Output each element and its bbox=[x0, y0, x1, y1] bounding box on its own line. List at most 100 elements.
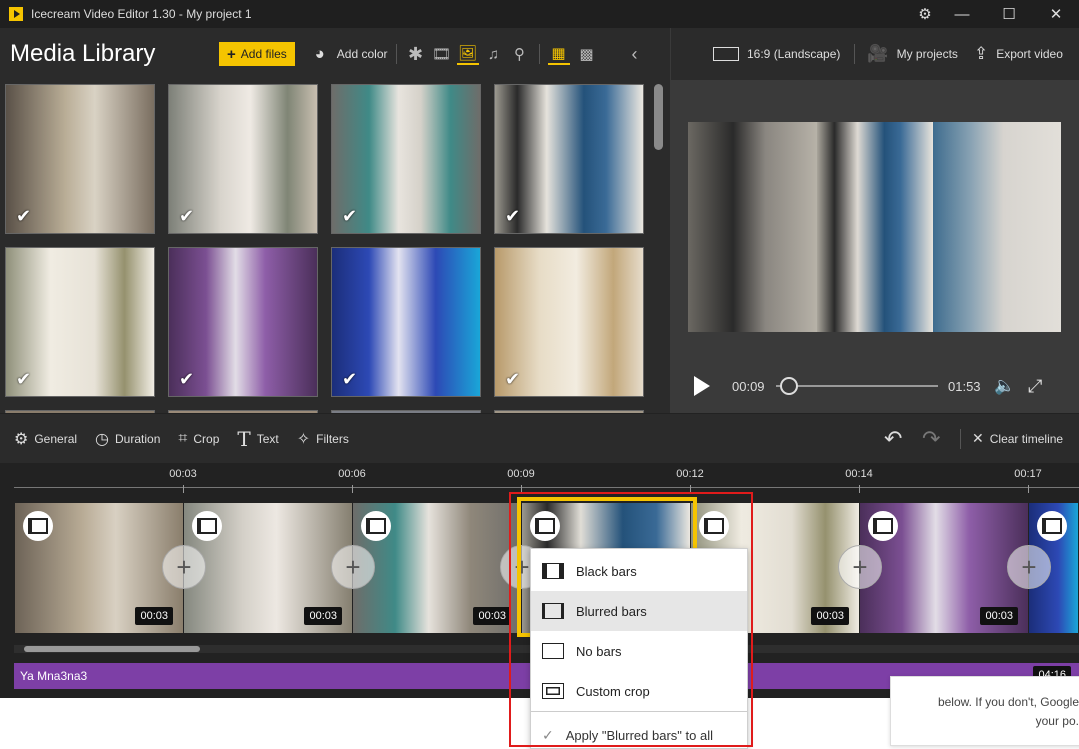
filters-button[interactable]: ✧ Filters bbox=[297, 429, 349, 449]
total-time: 01:53 bbox=[948, 378, 981, 394]
media-thumbnail[interactable]: ✔ bbox=[168, 84, 318, 234]
my-projects-button[interactable]: 🎥 My projects bbox=[867, 44, 958, 64]
add-color-button[interactable]: ◕ Add color bbox=[309, 43, 388, 65]
checkmark-icon: ✔ bbox=[179, 369, 195, 389]
filters-label: Filters bbox=[316, 431, 349, 446]
ruler-label: 00:09 bbox=[507, 468, 535, 480]
general-label: General bbox=[34, 431, 78, 446]
ruler-label: 00:06 bbox=[338, 468, 366, 480]
media-scrollbar[interactable] bbox=[654, 84, 663, 150]
play-icon[interactable] bbox=[694, 376, 710, 396]
media-grid: ✔ ✔ ✔ ✔ ✔ ✔ ✔ ✔ bbox=[0, 80, 670, 413]
seek-bar[interactable] bbox=[776, 377, 938, 395]
text-icon: T bbox=[237, 426, 251, 451]
divider bbox=[960, 428, 961, 449]
bars-mode-icon[interactable] bbox=[23, 511, 53, 541]
gear-icon: ⚙ bbox=[14, 430, 29, 448]
bars-mode-icon[interactable] bbox=[192, 511, 222, 541]
divider bbox=[395, 44, 397, 64]
timeline-clip[interactable]: 00:03 bbox=[860, 503, 1029, 633]
ruler-tick bbox=[859, 485, 860, 493]
export-icon: ⇪ bbox=[973, 44, 989, 63]
ruler-label: 00:14 bbox=[845, 468, 873, 480]
add-color-label: Add color bbox=[336, 47, 388, 61]
checkmark-icon: ✔ bbox=[16, 369, 32, 389]
edit-toolbar: ⚙ General ◷ Duration ⌗ Crop T Text ✧ Filters … bbox=[0, 413, 1079, 463]
maximize-button[interactable]: ☐ bbox=[987, 0, 1031, 28]
minimize-button[interactable]: — bbox=[940, 0, 984, 28]
bars-mode-icon[interactable] bbox=[868, 511, 898, 541]
scrollbar-thumb[interactable] bbox=[24, 646, 200, 652]
app-logo-icon bbox=[9, 7, 23, 21]
filter-all-icon[interactable]: ✱ bbox=[405, 43, 427, 65]
preview-panel bbox=[670, 80, 1079, 413]
clip-duration: 00:03 bbox=[135, 607, 173, 625]
duration-button[interactable]: ◷ Duration bbox=[95, 429, 160, 449]
fullscreen-icon[interactable]: ⤢ bbox=[1028, 376, 1042, 397]
grid-large-icon[interactable]: ▦ bbox=[547, 43, 570, 65]
crop-icon: ⌗ bbox=[178, 429, 188, 447]
add-transition-icon[interactable]: + bbox=[1007, 545, 1051, 589]
undo-icon[interactable]: ↶ bbox=[884, 426, 902, 452]
timeline-clip[interactable]: 00:03 bbox=[15, 503, 184, 633]
volume-icon[interactable]: 🔈 bbox=[994, 376, 1015, 396]
blurred-bar-left bbox=[688, 122, 817, 332]
media-thumbnail[interactable]: ✔ bbox=[331, 247, 481, 397]
grid-small-icon[interactable]: ▩ bbox=[576, 43, 598, 65]
export-video-button[interactable]: ⇪ Export video bbox=[974, 44, 1063, 64]
add-transition-icon[interactable]: + bbox=[331, 545, 375, 589]
redo-icon[interactable]: ↷ bbox=[922, 426, 940, 452]
search-icon[interactable]: ⚲ bbox=[509, 43, 531, 65]
library-title: Media Library bbox=[10, 40, 156, 67]
aspect-ratio-label: 16:9 (Landscape) bbox=[747, 47, 841, 61]
add-files-button[interactable]: + Add files bbox=[219, 42, 295, 66]
title-bar: Icecream Video Editor 1.30 - My project … bbox=[0, 0, 1079, 28]
add-transition-icon[interactable]: + bbox=[162, 545, 206, 589]
clip-duration: 00:03 bbox=[304, 607, 342, 625]
ruler-tick bbox=[183, 485, 184, 493]
checkmark-icon: ✔ bbox=[16, 206, 32, 226]
highlight-box bbox=[509, 492, 753, 747]
text-button[interactable]: T Text bbox=[237, 427, 278, 451]
media-thumbnail[interactable]: ✔ bbox=[494, 247, 644, 397]
preview-image bbox=[817, 122, 933, 332]
add-transition-icon[interactable]: + bbox=[838, 545, 882, 589]
timeline-clip[interactable]: 00:03 bbox=[184, 503, 353, 633]
media-thumbnail[interactable]: ✔ bbox=[494, 84, 644, 234]
media-thumbnail[interactable]: ✔ bbox=[5, 247, 155, 397]
filter-video-icon[interactable]: 🎞 bbox=[431, 43, 453, 65]
timeline-clip[interactable]: 00:03 bbox=[353, 503, 522, 633]
library-header: Media Library + Add files ◕ Add color ✱ … bbox=[0, 28, 670, 80]
close-button[interactable]: ✕ bbox=[1034, 0, 1078, 28]
clear-timeline-button[interactable]: ✕ Clear timeline bbox=[972, 430, 1063, 447]
media-thumbnail[interactable]: ✔ bbox=[168, 247, 318, 397]
bars-mode-icon[interactable] bbox=[361, 511, 391, 541]
notification-text: .your po bbox=[1035, 714, 1079, 728]
crop-button[interactable]: ⌗ Crop bbox=[178, 430, 219, 448]
checkmark-icon: ✔ bbox=[342, 369, 358, 389]
collapse-panel-icon[interactable]: ‹ bbox=[624, 43, 646, 65]
aspect-ratio-button[interactable]: 16:9 (Landscape) bbox=[713, 47, 840, 61]
media-thumbnail[interactable]: ✔ bbox=[331, 84, 481, 234]
add-files-label: Add files bbox=[240, 47, 287, 61]
ruler-tick bbox=[1028, 485, 1029, 493]
blurred-bar-right bbox=[933, 122, 1061, 332]
clip-duration: 00:03 bbox=[980, 607, 1018, 625]
bars-mode-icon[interactable] bbox=[1037, 511, 1067, 541]
filter-music-icon[interactable]: ♫ bbox=[483, 43, 505, 65]
media-thumbnail[interactable]: ✔ bbox=[5, 84, 155, 234]
general-button[interactable]: ⚙ General bbox=[14, 429, 77, 449]
export-label: Export video bbox=[996, 47, 1063, 61]
seek-handle[interactable] bbox=[779, 377, 798, 395]
audio-track-name: Ya Mna3na3 bbox=[20, 669, 88, 683]
text-label: Text bbox=[256, 431, 279, 446]
ruler-label: 00:17 bbox=[1014, 468, 1042, 480]
filter-image-icon[interactable]: 🖼 bbox=[456, 43, 479, 65]
ruler-label: 00:12 bbox=[676, 468, 704, 480]
palette-icon: ◕ bbox=[314, 44, 325, 63]
clear-timeline-label: Clear timeline bbox=[989, 431, 1064, 446]
ruler-label: 00:03 bbox=[169, 468, 197, 480]
checkmark-icon: ✔ bbox=[505, 369, 521, 389]
clock-icon: ◷ bbox=[95, 430, 110, 448]
notification-text: below. If you don't, Google bbox=[937, 695, 1079, 709]
